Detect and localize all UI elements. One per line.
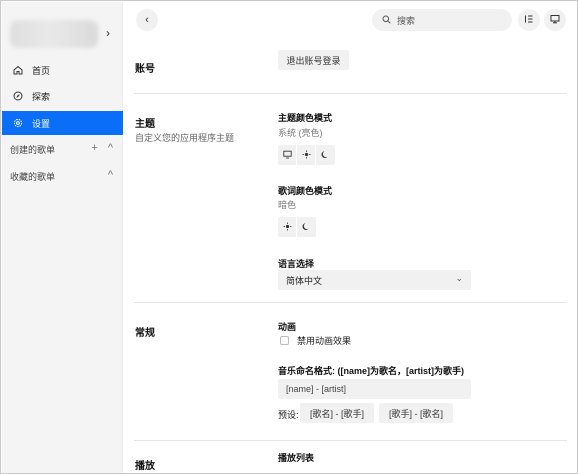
lyric-mode-segmented xyxy=(278,217,316,237)
compass-icon xyxy=(12,90,24,102)
settings-icon xyxy=(12,117,24,129)
disable-animation-checkbox[interactable] xyxy=(280,336,289,345)
queue-icon xyxy=(524,14,534,27)
light-mode-button[interactable] xyxy=(297,145,316,165)
section-label: 收藏的歌单 xyxy=(10,171,56,182)
user-profile[interactable]: › xyxy=(2,2,123,54)
display-button[interactable] xyxy=(544,9,566,31)
general-title: 常规 xyxy=(135,328,155,339)
lyric-mode-label: 歌词颜色模式 xyxy=(278,186,333,196)
language-value: 简体中文 xyxy=(286,275,323,286)
playback-title: 播放 xyxy=(135,461,155,472)
section-label: 创建的歌单 xyxy=(10,144,56,155)
moon-icon xyxy=(321,150,330,161)
disable-animation-option[interactable]: 禁用动画效果 xyxy=(280,334,351,347)
sidebar-item-settings[interactable]: 设置 xyxy=(2,111,123,135)
theme-title: 主题 xyxy=(135,119,155,130)
logout-button[interactable]: 退出账号登录 xyxy=(278,50,349,70)
animation-label: 动画 xyxy=(278,322,297,332)
favorite-playlists-header[interactable]: 收藏的歌单 ^ xyxy=(2,166,123,186)
sidebar-item-label: 探索 xyxy=(32,91,51,102)
sidebar-item-label: 设置 xyxy=(32,118,51,129)
search-box[interactable]: 搜索 xyxy=(372,9,512,31)
add-playlist-icon[interactable]: + xyxy=(91,142,97,154)
system-mode-button[interactable] xyxy=(278,145,297,165)
app-window: › 首页 探索 设置 创建的歌单 + ^ 收藏的歌单 ^ ‹ 搜索 账号 退出账… xyxy=(0,0,578,474)
queue-button[interactable] xyxy=(518,9,540,31)
search-input[interactable]: 搜索 xyxy=(397,14,415,27)
language-select[interactable]: 简体中文 ⌄ xyxy=(278,270,471,290)
home-icon xyxy=(12,64,24,76)
color-mode-value: 系统 (亮色) xyxy=(278,128,323,138)
sun-icon xyxy=(302,150,311,161)
sidebar-item-label: 首页 xyxy=(32,65,51,76)
monitor-icon xyxy=(282,150,292,161)
divider xyxy=(134,302,567,303)
sidebar: › 首页 探索 设置 创建的歌单 + ^ 收藏的歌单 ^ xyxy=(2,2,123,473)
lyric-mode-value: 暗色 xyxy=(278,200,297,210)
divider xyxy=(134,93,567,94)
preset-button-artist-name[interactable]: [歌手] - [歌名] xyxy=(379,403,453,423)
back-button[interactable]: ‹ xyxy=(136,9,158,31)
sidebar-item-explore[interactable]: 探索 xyxy=(2,84,123,108)
naming-format-label: 音乐命名格式: ([name]为歌名，[artist]为歌手) xyxy=(278,366,464,376)
settings-page: ‹ 搜索 账号 退出账号登录 主题 自定义您的应用程序主题 主题颜色模式 系统 … xyxy=(124,2,577,473)
chevron-left-icon: ‹ xyxy=(145,14,149,26)
collapse-icon[interactable]: ^ xyxy=(108,169,113,181)
lyric-dark-button[interactable] xyxy=(297,217,316,237)
chevron-right-icon: › xyxy=(106,26,110,40)
collapse-icon[interactable]: ^ xyxy=(108,142,113,154)
created-playlists-header[interactable]: 创建的歌单 + ^ xyxy=(2,139,123,159)
color-mode-label: 主题颜色模式 xyxy=(278,113,333,123)
color-mode-segmented xyxy=(278,145,335,165)
language-label: 语言选择 xyxy=(278,259,315,269)
divider xyxy=(134,440,567,441)
preset-button-name-artist[interactable]: [歌名] - [歌手] xyxy=(300,403,374,423)
theme-subtitle: 自定义您的应用程序主题 xyxy=(135,133,235,143)
search-icon xyxy=(382,15,391,26)
moon-icon xyxy=(302,222,311,233)
dark-mode-button[interactable] xyxy=(316,145,335,165)
account-title: 账号 xyxy=(135,64,155,75)
preset-label: 预设: xyxy=(278,410,299,420)
playlist-label: 播放列表 xyxy=(278,453,315,463)
monitor-icon xyxy=(550,14,560,27)
sidebar-item-home[interactable]: 首页 xyxy=(2,58,123,82)
naming-format-input[interactable]: [name] - [artist] xyxy=(278,379,471,399)
avatar xyxy=(10,20,98,48)
chevron-down-icon: ⌄ xyxy=(455,273,463,283)
sun-icon xyxy=(283,222,292,233)
checkbox-label: 禁用动画效果 xyxy=(297,336,352,346)
lyric-light-button[interactable] xyxy=(278,217,297,237)
